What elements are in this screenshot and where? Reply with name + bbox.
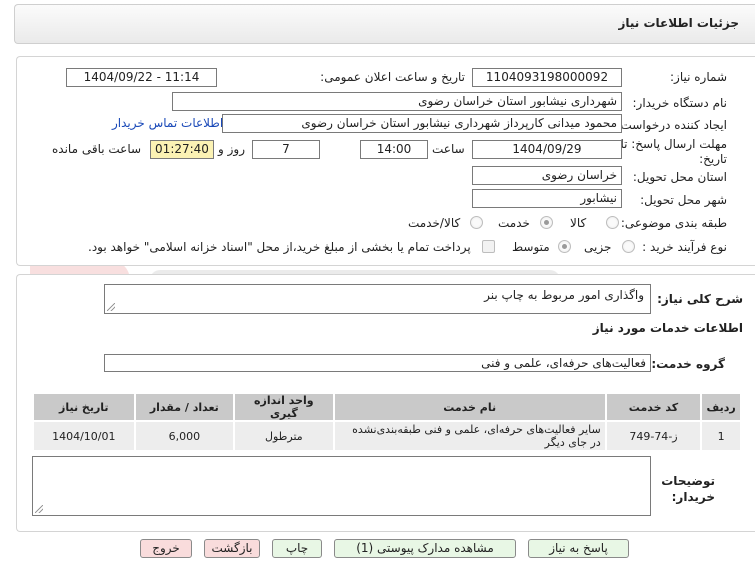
buyer-contact-link[interactable]: اطلاعات تماس خریدار xyxy=(112,116,223,130)
cell-row-number: 1 xyxy=(700,420,742,452)
remaining-time-field: 01:27:40 xyxy=(150,140,214,159)
category-radio-goods[interactable] xyxy=(606,216,619,229)
services-heading: اطلاعات خدمات مورد نیاز xyxy=(592,321,743,335)
resize-handle-icon[interactable] xyxy=(107,303,115,311)
treasury-payment-note: پرداخت تمام یا بخشی از مبلغ خرید،از محل … xyxy=(88,240,471,254)
table-header-row: ردیف کد خدمت نام خدمت واحد اندازه گیری ت… xyxy=(32,392,742,422)
category-option-goods-service: کالا/خدمت xyxy=(408,216,461,230)
deadline-date-field: 1404/09/29 xyxy=(472,140,622,159)
category-option-service: خدمت xyxy=(498,216,530,230)
process-type-label: نوع فرآیند خرید : xyxy=(642,240,727,254)
category-option-goods: کالا xyxy=(570,216,587,230)
resize-handle-icon[interactable] xyxy=(35,505,43,513)
reply-button[interactable]: پاسخ به نیاز xyxy=(528,539,629,558)
cell-need-date: 1404/10/01 xyxy=(32,420,136,452)
col-header-service-name: نام خدمت xyxy=(332,392,607,422)
city-label: شهر محل تحویل: xyxy=(640,193,727,207)
deadline-label-line2: تاریخ: xyxy=(699,152,727,166)
cell-service-code: ز-74-749 xyxy=(604,420,703,452)
category-label: طبقه بندی موضوعی: xyxy=(620,216,727,230)
days-label: روز و xyxy=(218,142,245,156)
general-description-field: واگذاری امور مربوط به چاپ بنر xyxy=(104,284,651,314)
announce-datetime-field: 1404/09/22 - 11:14 xyxy=(66,68,217,87)
announce-datetime-label: تاریخ و ساعت اعلان عمومی: xyxy=(320,70,465,84)
general-description-label: شرح کلی نیاز: xyxy=(657,292,743,306)
requester-field: محمود میدانی کارپرداز شهرداری نیشابور اس… xyxy=(222,114,622,133)
buyer-notes-field[interactable] xyxy=(32,456,651,516)
exit-button[interactable]: خروج xyxy=(140,539,192,558)
category-radio-goods-service[interactable] xyxy=(470,216,483,229)
remaining-time-label: ساعت باقی مانده xyxy=(52,142,142,156)
buyer-notes-label: توضیحات xyxy=(661,474,715,488)
province-label: استان محل تحویل: xyxy=(632,170,727,184)
cell-quantity: 6,000 xyxy=(133,420,236,452)
requester-label: ایجاد کننده درخواست: xyxy=(616,118,727,132)
cell-service-name: سایر فعالیت‌های حرفه‌ای، علمی و فنی طبقه… xyxy=(332,420,607,452)
process-radio-medium[interactable] xyxy=(558,240,571,253)
service-group-field: فعالیت‌های حرفه‌ای، علمی و فنی xyxy=(104,354,651,372)
services-table: ردیف کد خدمت نام خدمت واحد اندازه گیری ت… xyxy=(32,392,742,452)
table-row: 1 ز-74-749 سایر فعالیت‌های حرفه‌ای، علمی… xyxy=(32,420,742,452)
view-attachments-button[interactable]: مشاهده مدارک پیوستی (1) xyxy=(334,539,516,558)
back-button[interactable]: بازگشت xyxy=(204,539,260,558)
treasury-payment-checkbox[interactable] xyxy=(482,240,495,253)
general-description-text: واگذاری امور مربوط به چاپ بنر xyxy=(484,288,644,302)
process-radio-minor[interactable] xyxy=(622,240,635,253)
buyer-org-field: شهرداری نیشابور استان خراسان رضوی xyxy=(172,92,622,111)
col-header-row-number: ردیف xyxy=(700,392,742,422)
need-number-label: شماره نیاز: xyxy=(670,70,727,84)
deadline-time-label: ساعت xyxy=(432,142,465,156)
col-header-quantity: تعداد / مقدار xyxy=(133,392,236,422)
category-radio-service[interactable] xyxy=(540,216,553,229)
header-bar: جزئیات اطلاعات نیاز xyxy=(14,4,755,44)
process-option-minor: جزیی xyxy=(584,240,612,254)
deadline-label: مهلت ارسال پاسخ: تا xyxy=(620,137,727,151)
process-option-medium: متوسط xyxy=(512,240,550,254)
page-title: جزئیات اطلاعات نیاز xyxy=(618,16,739,30)
need-number-field: 1104093198000092 xyxy=(472,68,622,87)
print-button[interactable]: چاپ xyxy=(272,539,322,558)
col-header-need-date: تاریخ نیاز xyxy=(32,392,136,422)
province-field: خراسان رضوی xyxy=(472,166,622,185)
col-header-unit: واحد اندازه گیری xyxy=(233,392,335,422)
need-info-panel xyxy=(16,56,755,266)
days-count-field: 7 xyxy=(252,140,320,159)
deadline-time-field: 14:00 xyxy=(360,140,428,159)
cell-unit: مترطول xyxy=(233,420,335,452)
col-header-service-code: کد خدمت xyxy=(604,392,703,422)
city-field: نیشابور xyxy=(472,189,622,208)
service-group-label: گروه خدمت: xyxy=(651,357,725,371)
buyer-notes-label-line2: خریدار: xyxy=(671,490,715,504)
buyer-org-label: نام دستگاه خریدار: xyxy=(632,96,728,110)
